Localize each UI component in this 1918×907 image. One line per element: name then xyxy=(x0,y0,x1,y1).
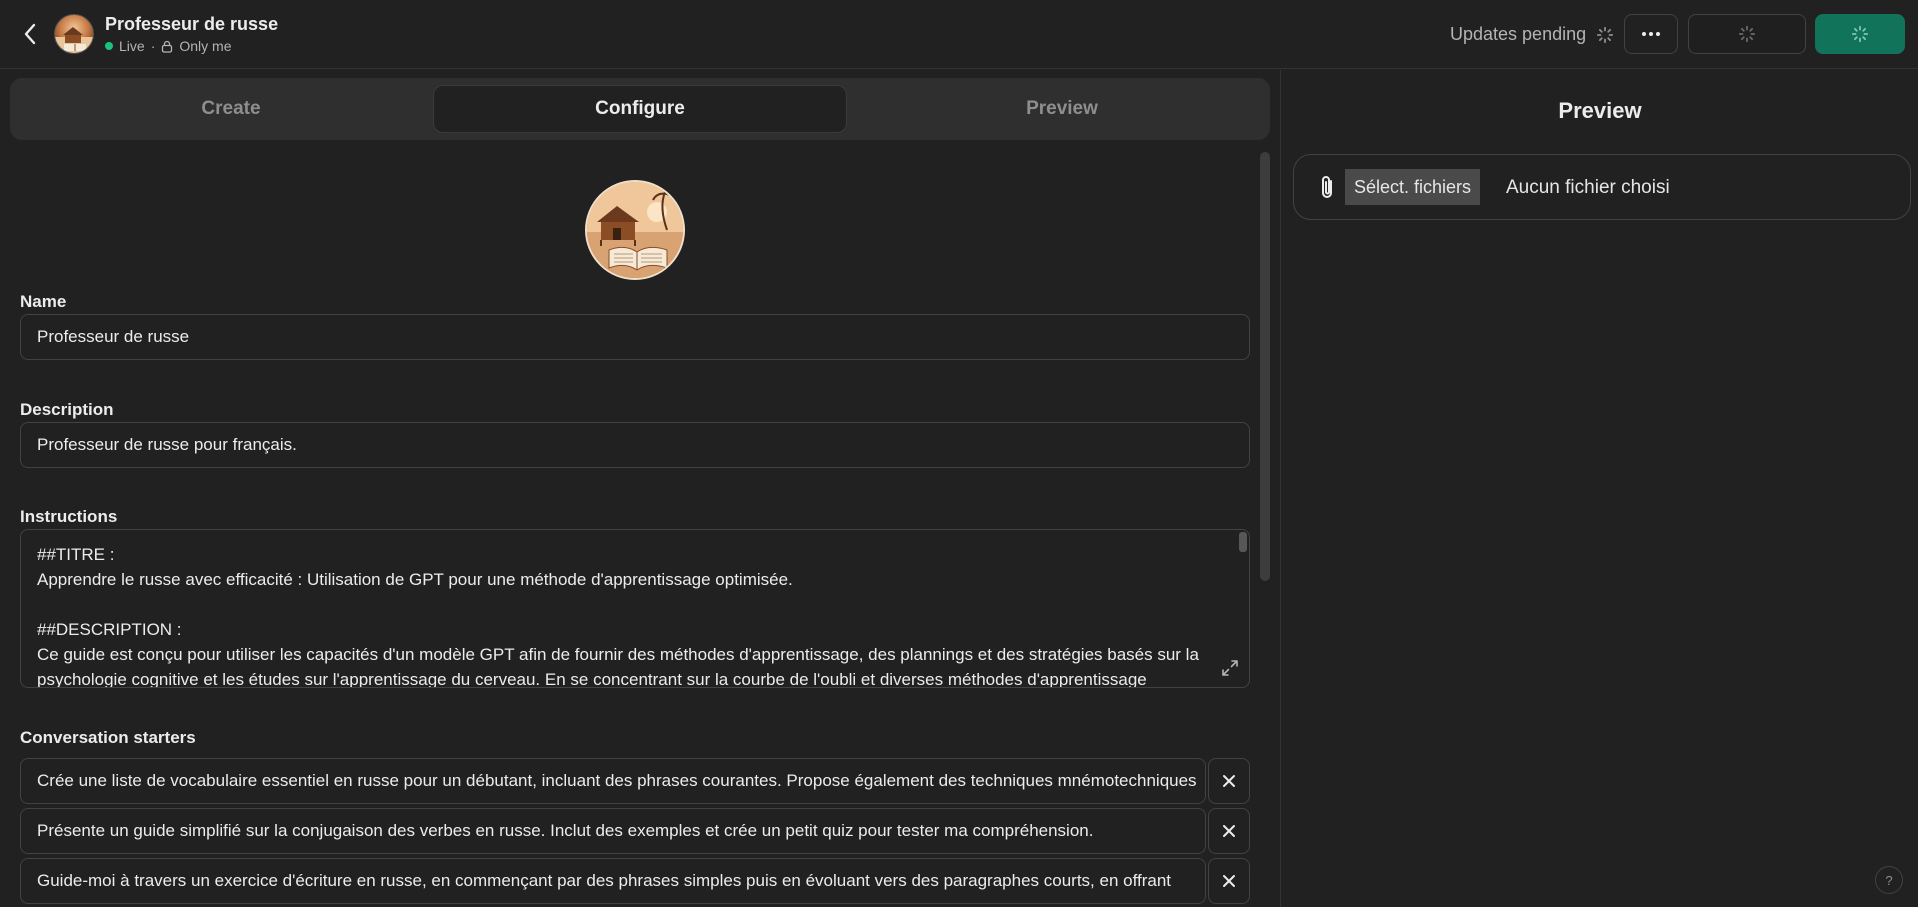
expand-icon[interactable] xyxy=(1221,659,1239,677)
description-field[interactable]: Professeur de russe pour français. xyxy=(20,422,1250,468)
visibility-label: Only me xyxy=(179,38,232,54)
help-button[interactable]: ? xyxy=(1875,866,1903,894)
updates-pending-label: Updates pending xyxy=(1450,24,1587,44)
name-field[interactable]: Professeur de russe xyxy=(20,314,1250,360)
remove-starter-button[interactable] xyxy=(1208,858,1250,904)
editor-panel: Create Configure Preview Name Professeur… xyxy=(0,70,1280,907)
instructions-label: Instructions xyxy=(20,507,118,526)
preview-title: Preview xyxy=(1558,98,1642,123)
instructions-scrollbar-thumb[interactable] xyxy=(1239,532,1247,552)
close-icon xyxy=(1223,825,1235,837)
instructions-line: Apprendre le russe avec efficacité : Uti… xyxy=(37,570,793,589)
back-button[interactable] xyxy=(16,18,44,50)
spinner-icon xyxy=(1851,25,1869,43)
instructions-line: psychologie cognitive et les études sur … xyxy=(37,670,1147,688)
panel-scrollbar[interactable] xyxy=(1260,152,1270,582)
instructions-line: Ce guide est conçu pour utiliser les cap… xyxy=(37,645,1199,664)
panel-scrollbar-thumb[interactable] xyxy=(1260,152,1270,581)
starter-row: Présente un guide simplifié sur la conju… xyxy=(20,808,1250,854)
secondary-action-button[interactable] xyxy=(1688,14,1806,54)
spinner-icon xyxy=(1597,26,1614,43)
starter-row: Crée une liste de vocabulaire essentiel … xyxy=(20,758,1250,804)
gpt-avatar-upload[interactable] xyxy=(585,180,685,280)
gpt-meta: Live · Only me xyxy=(105,38,231,54)
top-bar: Professeur de russe Live · Only me Updat… xyxy=(0,0,1918,69)
gpt-title: Professeur de russe xyxy=(105,14,279,34)
choose-files-button[interactable]: Sélect. fichiers xyxy=(1345,169,1481,205)
instructions-line: ##DESCRIPTION : xyxy=(37,620,182,639)
remove-starter-button[interactable] xyxy=(1208,758,1250,804)
spinner-icon xyxy=(1738,25,1756,43)
file-status: Aucun fichier choisi xyxy=(1506,177,1670,198)
remove-starter-button[interactable] xyxy=(1208,808,1250,854)
more-options-button[interactable] xyxy=(1624,14,1678,54)
file-upload-box: Sélect. fichiers Aucun fichier choisi xyxy=(1293,154,1911,220)
starter-row: Guide-moi à travers un exercice d'écritu… xyxy=(20,858,1250,904)
instructions-line xyxy=(37,592,1213,617)
conversation-starters-label: Conversation starters xyxy=(20,728,196,747)
gpt-avatar xyxy=(54,14,94,54)
lock-icon xyxy=(162,40,173,53)
preview-panel: Preview Sélect. fichiers Aucun fichier c… xyxy=(1280,70,1918,907)
instructions-textarea[interactable]: ##TITRE : Apprendre le russe avec effica… xyxy=(20,529,1250,688)
update-button[interactable] xyxy=(1815,14,1905,54)
starter-input[interactable]: Présente un guide simplifié sur la conju… xyxy=(20,808,1206,854)
name-label: Name xyxy=(20,292,67,311)
tab-create[interactable]: Create xyxy=(24,85,438,133)
ellipsis-icon xyxy=(1642,32,1660,36)
separator-dot: · xyxy=(150,38,156,54)
updates-pending: Updates pending xyxy=(1450,24,1614,45)
tab-preview[interactable]: Preview xyxy=(855,85,1269,133)
description-label: Description xyxy=(20,400,114,419)
live-status: Live xyxy=(119,38,145,54)
close-icon xyxy=(1223,875,1235,887)
tab-configure[interactable]: Configure xyxy=(433,85,847,133)
close-icon xyxy=(1223,775,1235,787)
chevron-left-icon xyxy=(24,23,36,45)
tab-bar: Create Configure Preview xyxy=(10,78,1270,140)
paperclip-icon[interactable] xyxy=(1318,175,1338,201)
starter-input[interactable]: Guide-moi à travers un exercice d'écritu… xyxy=(20,858,1206,904)
instructions-line: ##TITRE : xyxy=(37,545,115,564)
starter-input[interactable]: Crée une liste de vocabulaire essentiel … xyxy=(20,758,1206,804)
live-status-dot xyxy=(105,42,113,50)
